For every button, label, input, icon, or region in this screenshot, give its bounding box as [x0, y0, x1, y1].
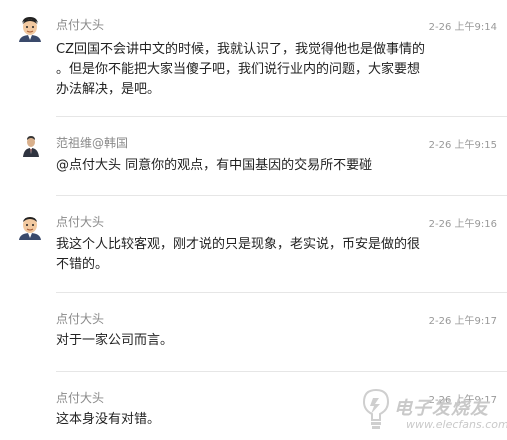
message-divider [56, 371, 507, 372]
message-feed: 点付大头 2-26 上午9:14 CZ回国不会讲中文的时候，我就认识了，我觉得他… [0, 0, 507, 440]
message-line: 我这个人比较客观，刚才说的只是现象，老实说，币安是做的很 [56, 237, 421, 252]
message-line: @点付大头 同意你的观点，有中国基因的交易所不要碰 [56, 158, 373, 173]
elecfans-watermark: 电子发烧友 www.elecfans.com [358, 386, 507, 436]
elecfans-logo-icon [362, 388, 390, 429]
message-text: @点付大头 同意你的观点，有中国基因的交易所不要碰 [56, 156, 456, 176]
message-author[interactable]: 点付大头 [56, 213, 104, 230]
message-divider [56, 195, 507, 196]
message-line: 不错的。 [56, 257, 109, 272]
message-timestamp: 2-26 上午9:17 [428, 316, 497, 327]
message-line: 办法解决，是吧。 [56, 82, 161, 97]
watermark-url: www.elecfans.com [406, 418, 507, 431]
message-text: CZ回国不会讲中文的时候，我就认识了，我觉得他也是做事情的 。但是你不能把大家当… [56, 40, 456, 100]
message-text: 我这个人比较客观，刚才说的只是现象，老实说，币安是做的很 不错的。 [56, 235, 456, 275]
message-divider [56, 116, 507, 117]
message-text: 对于一家公司而言。 [56, 331, 456, 351]
message-timestamp: 2-26 上午9:16 [428, 219, 497, 230]
watermark-title: 电子发烧友 [394, 398, 489, 419]
suit-man-avatar[interactable] [20, 135, 42, 157]
message-line: 对于一家公司而言。 [56, 333, 174, 348]
message-timestamp: 2-26 上午9:14 [428, 22, 497, 33]
cartoon-man-avatar[interactable] [16, 212, 44, 240]
message-author[interactable]: 点付大头 [56, 16, 104, 33]
message-line: CZ回国不会讲中文的时候，我就认识了，我觉得他也是做事情的 [56, 42, 425, 57]
message-timestamp: 2-26 上午9:15 [428, 140, 497, 151]
message-author[interactable]: 点付大头 [56, 389, 104, 406]
message-author[interactable]: 点付大头 [56, 310, 104, 327]
cartoon-man-avatar[interactable] [16, 14, 44, 42]
message-line: 。但是你不能把大家当傻子吧，我们说行业内的问题，大家要想 [56, 62, 421, 77]
message-divider [56, 292, 507, 293]
message-author[interactable]: 范祖维@韩国 [56, 134, 128, 151]
